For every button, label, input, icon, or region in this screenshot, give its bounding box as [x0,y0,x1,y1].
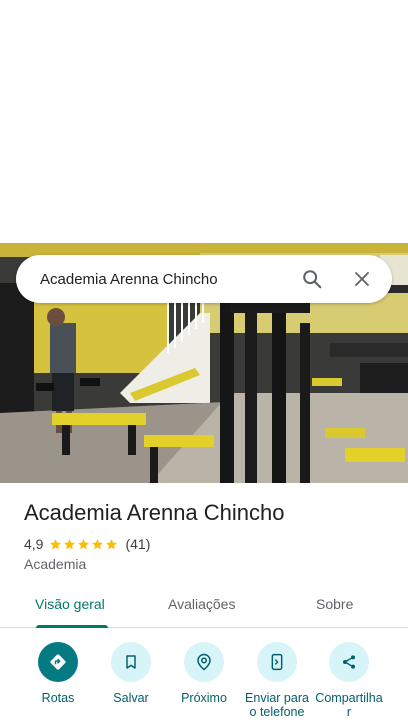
star-icon [92,538,104,549]
send-to-phone-icon [257,642,297,682]
tab-indicator [36,625,108,628]
nearby-icon [184,642,224,682]
send-to-phone-button[interactable]: Enviar para o telefone [237,642,317,719]
tab-overview[interactable]: Visão geral [35,596,105,612]
share-button[interactable]: Compartilhar [309,642,389,719]
search-input[interactable]: Academia Arenna Chincho [16,271,290,288]
bookmark-icon [111,642,151,682]
directions-label: Rotas [41,691,75,705]
directions-button[interactable]: Rotas [18,642,98,705]
rating-value: 4,9 [24,536,44,552]
share-icon [329,642,369,682]
star-icon [64,538,76,549]
search-icon[interactable] [290,257,334,301]
star-icon [106,538,118,549]
rating-stars [49,538,119,551]
tab-reviews[interactable]: Avaliações [168,596,235,612]
tab-bar: Visão geral Avaliações Sobre [0,584,408,628]
send-to-phone-label: Enviar para o telefone [245,691,309,719]
search-bar[interactable]: Academia Arenna Chincho [16,255,392,303]
share-label: Compartilhar [315,691,383,719]
map-area [0,0,408,243]
place-title: Academia Arenna Chincho [24,500,285,525]
directions-icon [38,642,78,682]
nearby-label: Próximo [181,691,227,705]
close-icon[interactable] [340,257,384,301]
save-button[interactable]: Salvar [91,642,171,705]
nearby-button[interactable]: Próximo [164,642,244,705]
star-icon [50,538,62,549]
star-icon [78,538,90,549]
review-count[interactable]: (41) [125,536,150,552]
action-bar: Rotas Salvar Próximo Enviar para o telef… [0,640,408,726]
rating-row[interactable]: 4,9 (41) [24,536,150,552]
save-label: Salvar [113,691,149,705]
tab-about[interactable]: Sobre [316,596,353,612]
place-category: Academia [24,556,87,572]
